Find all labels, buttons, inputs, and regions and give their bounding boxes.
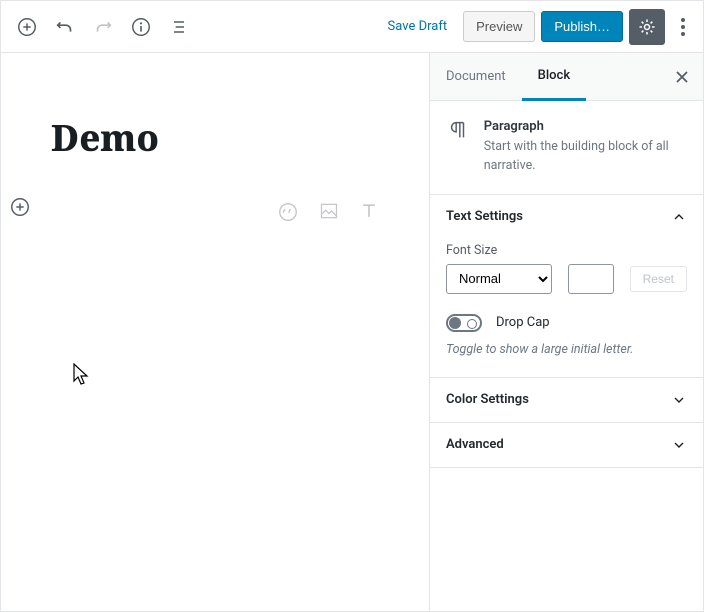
add-block-button[interactable] — [9, 9, 45, 45]
chevron-down-icon — [671, 392, 687, 408]
tab-block[interactable]: Block — [522, 54, 586, 101]
publish-button[interactable]: Publish… — [541, 11, 623, 42]
advanced-panel-toggle[interactable]: Advanced — [430, 423, 703, 468]
color-settings-title: Color Settings — [446, 392, 529, 407]
image-icon[interactable] — [319, 201, 339, 221]
plus-circle-icon — [9, 196, 31, 218]
chevron-up-icon — [671, 209, 687, 225]
undo-button[interactable] — [47, 9, 83, 45]
redo-icon — [92, 16, 114, 38]
block-type-name: Paragraph — [484, 119, 687, 134]
toolbar-left-group — [9, 9, 197, 45]
settings-toggle-button[interactable] — [629, 9, 665, 45]
font-size-reset-button[interactable]: Reset — [630, 266, 687, 292]
close-icon — [675, 70, 689, 84]
paragraph-icon — [446, 119, 470, 176]
sidebar-close-button[interactable] — [661, 53, 703, 100]
redo-button[interactable] — [85, 9, 121, 45]
drop-cap-toggle[interactable] — [446, 314, 482, 332]
save-draft-button[interactable]: Save Draft — [378, 9, 458, 45]
block-list-button[interactable] — [161, 9, 197, 45]
toolbar-right-group: Save Draft Preview Publish… — [378, 9, 695, 45]
mouse-cursor-icon — [73, 363, 91, 387]
font-size-label: Font Size — [446, 243, 687, 258]
block-placeholder-icons — [277, 201, 379, 223]
quote-icon[interactable] — [277, 201, 299, 223]
font-size-select[interactable]: Normal — [446, 264, 552, 294]
settings-sidebar: Document Block Paragraph Start with the … — [429, 53, 703, 611]
block-info-panel: Paragraph Start with the building block … — [430, 101, 703, 195]
plus-circle-icon — [16, 16, 38, 38]
empty-paragraph-block[interactable] — [51, 192, 379, 232]
advanced-title: Advanced — [446, 437, 504, 452]
list-icon — [169, 17, 189, 37]
content-info-button[interactable] — [123, 9, 159, 45]
undo-icon — [54, 16, 76, 38]
gear-icon — [637, 17, 657, 37]
inline-add-block-button[interactable] — [9, 196, 31, 218]
text-settings-panel-body: Font Size Normal Reset Drop Cap Toggle t… — [430, 239, 703, 378]
info-circle-icon — [130, 16, 152, 38]
drop-cap-help-text: Toggle to show a large initial letter. — [446, 342, 687, 357]
text-settings-title: Text Settings — [446, 209, 523, 224]
text-settings-panel-toggle[interactable]: Text Settings — [430, 195, 703, 239]
tab-document[interactable]: Document — [430, 53, 522, 100]
editor-canvas[interactable]: Demo — [1, 53, 429, 611]
top-toolbar: Save Draft Preview Publish… — [1, 1, 703, 53]
post-title[interactable]: Demo — [51, 93, 379, 192]
more-menu-button[interactable] — [671, 9, 695, 45]
vertical-dots-icon — [681, 18, 685, 36]
drop-cap-label: Drop Cap — [496, 315, 550, 330]
block-type-description: Start with the building block of all nar… — [484, 138, 687, 176]
color-settings-panel-toggle[interactable]: Color Settings — [430, 378, 703, 423]
preview-button[interactable]: Preview — [463, 11, 535, 42]
font-size-custom-input[interactable] — [568, 264, 614, 294]
sidebar-tabs: Document Block — [430, 53, 703, 101]
heading-t-icon[interactable] — [359, 201, 379, 221]
chevron-down-icon — [671, 437, 687, 453]
